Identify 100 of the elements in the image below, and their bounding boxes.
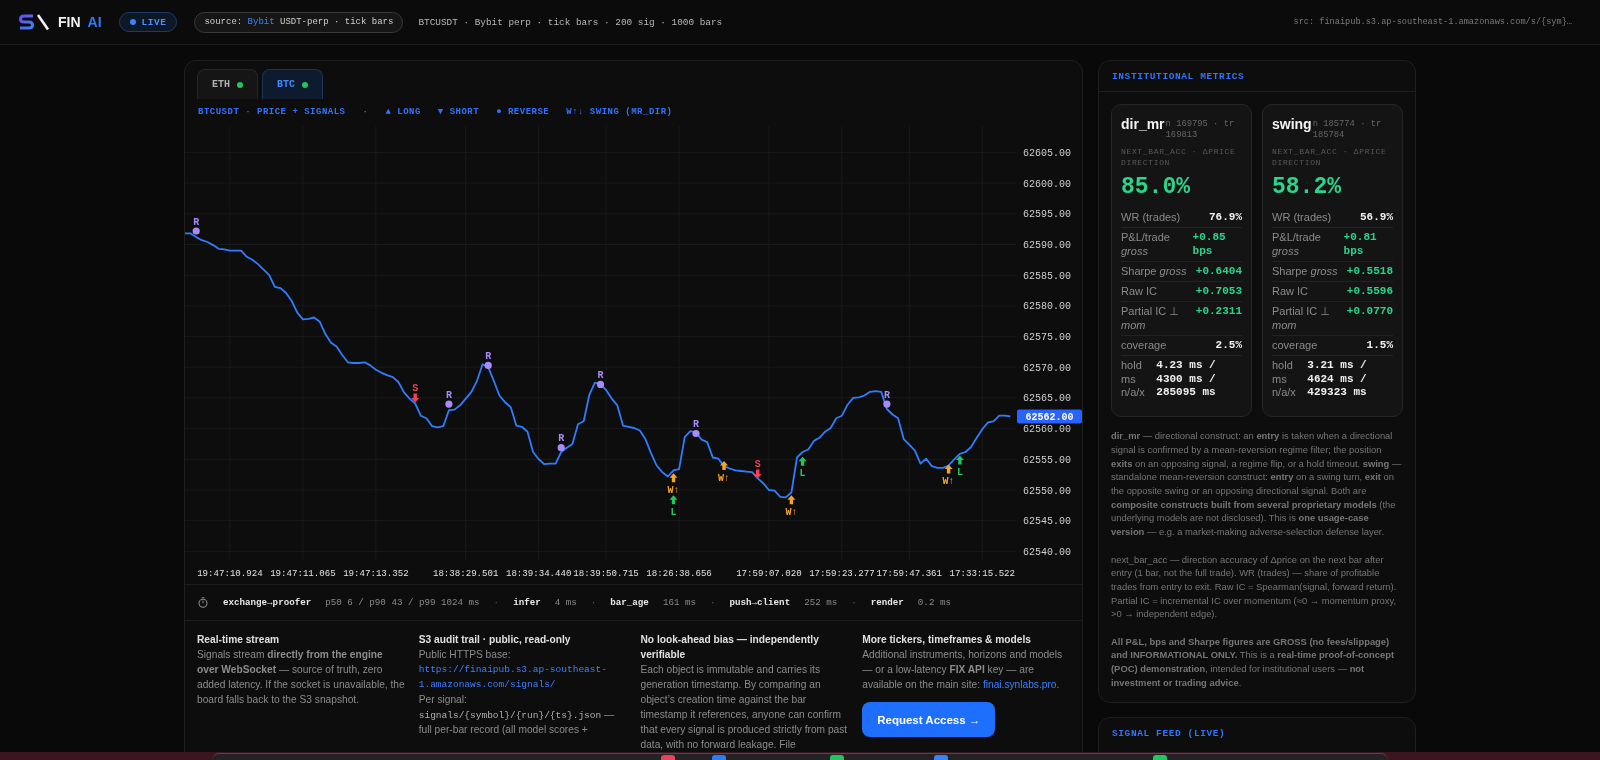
info-text: Signals stream directly from the engine over WebSocket — source of truth, zero added latency. If the socket is unavailable, the board falls back to the S3 snapshot. [197, 648, 405, 707]
panel-title: SIGNAL FEED (LIVE) [1112, 727, 1226, 739]
time-axis-label: 18:39:50.715 [573, 567, 639, 579]
signal-label: R [485, 350, 492, 362]
price-axis-label: 62540.00 [1023, 546, 1071, 558]
info-title: S3 audit trail · public, read-only [418, 633, 572, 647]
url-link[interactable]: https://finaipub.s3.ap-southeast-1.amazonaws.com/signals/ [418, 662, 627, 692]
info-title: Real-time stream [197, 633, 281, 647]
separator: · [590, 597, 597, 608]
signal-label: S [754, 459, 761, 471]
request-access-button[interactable]: Request Access → [862, 702, 996, 737]
logo-icon [18, 13, 50, 31]
metric-label: Partial IC ⊥ mom [1121, 305, 1180, 333]
latency-value: 161 ms [662, 597, 696, 608]
model-name: swing [1272, 116, 1312, 132]
price-axis-label: 62575.00 [1023, 332, 1071, 344]
symbol-tab[interactable]: ETH [197, 69, 258, 99]
time-axis-label: 18:26:38.656 [646, 567, 712, 579]
metrics-note: dir_mr — directional construct: an entry is taken when a directional signal is confirmed by a mean-reversion regime filter; the position exits on an opposing signal, a regime flip, or a hold timeout. swing — standalone mean-reversion construct: entry on a swing turn, exit on the opposite swing or an opposing directional signal. Both are composite constructs built from several proprietary models (the underlying models are not disclosed). This is one usage-case version — e.g. a market-making adverse-selection defense layer. [1111, 429, 1403, 539]
metric-value: 2.5% [1215, 339, 1242, 353]
legend-item: W↑↓ SWING (MR_DIR) [566, 107, 673, 117]
price-axis-label: 62600.00 [1023, 178, 1071, 190]
metric-value: +0.85 bps [1192, 231, 1227, 258]
metric-value: 56.9% [1360, 211, 1393, 225]
chart-title: BTCUSDT · PRICE + SIGNALS [198, 107, 346, 117]
metric-label: Sharpe gross [1121, 264, 1187, 279]
path-template: signals/{symbol}/{run}/{ts}.json [418, 710, 602, 721]
price-axis-label: 62550.00 [1023, 485, 1071, 497]
price-axis-label: 62565.00 [1023, 393, 1071, 405]
price-axis-label: 62585.00 [1023, 270, 1071, 282]
metric-caption: NEXT_BAR_ACC · ΔPRICE DIRECTION [1272, 147, 1388, 168]
app-icon[interactable] [934, 755, 948, 760]
metric-label: coverage [1121, 339, 1167, 353]
time-axis-label: 17:59:23.277 [809, 567, 875, 579]
metric-caption: NEXT_BAR_ACC · ΔPRICE DIRECTION [1121, 147, 1237, 168]
signal-label: W↑ [718, 472, 730, 484]
metrics-note: All P&L, bps and Sharpe figures are GROSS (no fees/slippage) and INFORMATIONAL ONLY. This is a real-time proof-of-concept (POC) demonstration, intended for institutional users — not investment or trading advice. [1111, 634, 1395, 690]
app-icon[interactable] [1153, 755, 1167, 760]
site-link[interactable]: finai.synlabs.pro [982, 679, 1057, 690]
legend-item: ● REVERSE [496, 107, 550, 117]
metric-value: +0.7053 [1195, 285, 1242, 299]
latency-name: bar_age [610, 597, 649, 608]
headline-value: 58.2% [1272, 173, 1342, 202]
panel-title: INSTITUTIONAL METRICS [1112, 70, 1245, 82]
stopwatch-icon [198, 597, 208, 608]
info-label: Per signal: [418, 693, 468, 707]
metric-value: +0.6404 [1195, 264, 1242, 279]
metric-label: hold ms n/a/x [1272, 359, 1297, 400]
signal-label: R [558, 433, 565, 445]
info-title: More tickers, timeframes & models [862, 633, 1032, 647]
price-axis-label: 62580.00 [1023, 301, 1071, 313]
info-text: Each object is immutable and carries its generation timestamp. By comparing an object’s creation time against the bar timestamp it references, anyone can confirm that every signal is produced strictly from past data, with no forward leakage. File [640, 663, 849, 752]
metric-value: 4.23 ms / 4300 ms / 285095 ms [1156, 359, 1217, 400]
live-dot-icon [129, 19, 136, 25]
headline-value: 85.0% [1121, 173, 1191, 202]
signal-label: S [412, 382, 419, 394]
metrics-note: next_bar_acc — direction accuracy of Δprice on the next bar after entry (1 bar, not the full trade). WR (trades) — share of profitable trades from entry to exit. Raw IC = Spearman(signal, forward return). Partial IC = incremental IC over momentum (≈0 → momentum proxy, >0 → independent edge). [1111, 552, 1398, 622]
metric-label: WR (trades) [1272, 211, 1332, 225]
info-text: Public HTTPS base: [418, 648, 512, 662]
status-dot-icon [302, 81, 309, 88]
signal-label: W↑ [942, 476, 955, 488]
metric-value: 3.21 ms / 4624 ms / 429323 ms [1307, 359, 1368, 400]
source-url: src: finaipub.s3.ap-southeast-1.amazonaws.com/s/{sym}… [1293, 17, 1572, 27]
stream-summary: BTCUSDT · Bybit perp · tick bars · 200 sig · 1000 bars [418, 16, 723, 28]
brand-accent: AI [87, 14, 102, 30]
source-detail: USDT-perp · tick bars [280, 17, 394, 27]
metric-label: coverage [1272, 339, 1318, 353]
app-icon[interactable] [712, 755, 726, 760]
time-axis-label: 18:38:29.501 [432, 567, 499, 579]
legend-item: ▼ SHORT [437, 107, 480, 117]
signal-label: L [956, 466, 963, 478]
metric-label: hold ms n/a/x [1121, 359, 1146, 400]
model-meta: n 169795 · tr 169813 [1165, 119, 1236, 141]
info-title: No look-ahead bias — independently verifiable [640, 633, 820, 662]
metric-value: +0.0770 [1346, 305, 1393, 319]
app-icon[interactable] [661, 755, 675, 760]
metric-value: +0.2311 [1195, 305, 1242, 319]
metric-value: +0.5518 [1346, 264, 1393, 279]
symbol-tab[interactable]: BTC [262, 69, 324, 99]
exchange-name: Bybit [247, 17, 275, 27]
price-axis-label: 62590.00 [1023, 240, 1071, 251]
legend-item: ▲ LONG [385, 107, 421, 117]
separator: · [851, 597, 857, 608]
latency-value: 4 ms [554, 597, 577, 608]
signal-label: W↑ [785, 506, 798, 518]
metric-label: P&L/trade gross [1121, 231, 1171, 258]
app-icon[interactable] [830, 755, 844, 760]
metric-value: +0.5596 [1346, 285, 1393, 299]
time-axis-label: 19:47:13.352 [343, 567, 409, 579]
price-axis-label: 62605.00 [1023, 147, 1071, 159]
signal-label: W↑ [667, 484, 680, 496]
signal-label: L [670, 506, 677, 518]
signal-label: R [597, 369, 604, 381]
metric-label: WR (trades) [1121, 211, 1181, 225]
info-text: Additional instruments, horizons and models — or a low-latency FIX API key — are available on the main site: finai.synlabs.pro. [862, 648, 1064, 692]
latency-value: p50 6 / p90 43 / p99 1024 ms [325, 597, 480, 608]
signal-label: R [193, 216, 200, 228]
metric-label: Sharpe gross [1272, 264, 1338, 279]
separator: · [362, 107, 369, 117]
latency-name: push→client [729, 597, 791, 608]
